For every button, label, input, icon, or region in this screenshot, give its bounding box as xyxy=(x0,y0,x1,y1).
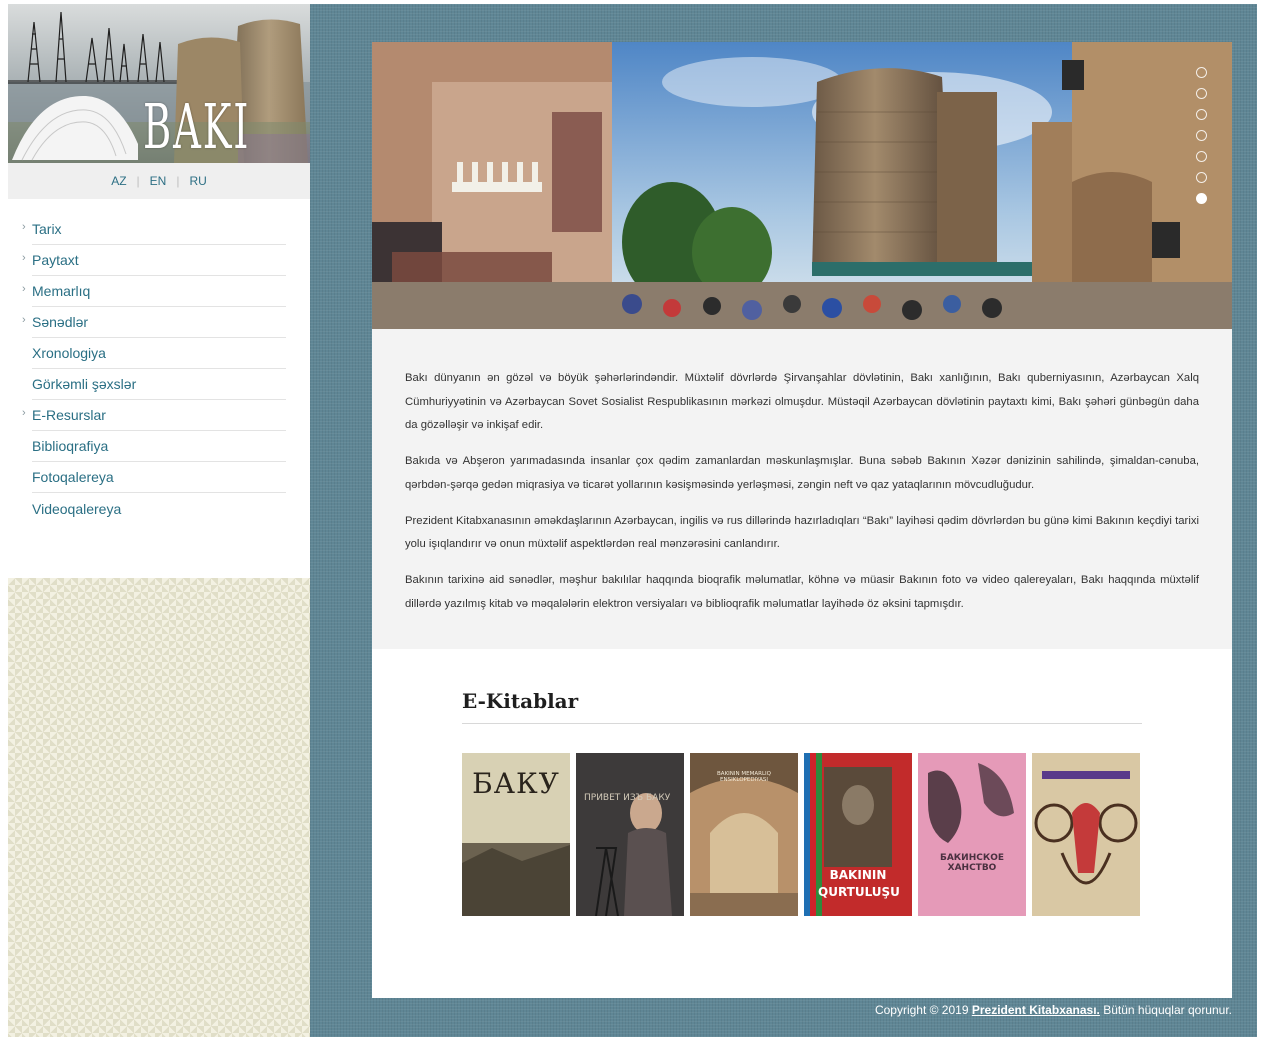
nav-item-tarix[interactable]: › Tarix xyxy=(22,214,286,245)
slider-dot[interactable] xyxy=(1196,172,1207,183)
nav-item-gorkemli-sexsler[interactable]: Görkəmli şəxslər xyxy=(32,369,286,400)
nav-item-biblioqrafiya[interactable]: Biblioqrafiya xyxy=(32,431,286,462)
book-cover[interactable]: BAKININ MEMARLIQ ENSIKLOPEDIYASI xyxy=(690,753,798,916)
footer-library-link[interactable]: Prezident Kitabxanası. xyxy=(972,1003,1100,1017)
book-cover[interactable]: БАКУ xyxy=(462,753,570,916)
ebooks-section: E-Kitablar БАКУ ПРИВЕТ ИЗЪ БАКУ BAKININ … xyxy=(372,649,1232,998)
chevron-right-icon: › xyxy=(22,314,26,326)
footer: Copyright © 2019 Prezident Kitabxanası. … xyxy=(372,998,1232,1022)
chevron-right-icon: › xyxy=(22,283,26,295)
nav-item-fotoqalereya[interactable]: Fotoqalereya xyxy=(32,462,286,493)
main-navigation: › Tarix › Paytaxt › Memarlıq › Sənədlər … xyxy=(8,214,310,524)
nav-item-label: Biblioqrafiya xyxy=(32,438,109,454)
nav-item-label: Xronologiya xyxy=(32,345,106,361)
ebooks-list: БАКУ ПРИВЕТ ИЗЪ БАКУ BAKININ MEMARLIQ EN… xyxy=(462,753,1140,916)
nav-item-label: E-Resurslar xyxy=(32,407,106,423)
slider-dot-active[interactable] xyxy=(1196,193,1207,204)
nav-item-senedler[interactable]: › Sənədlər xyxy=(22,307,286,338)
hero-slide-image xyxy=(372,42,1232,329)
book-title: БАКИНСКОЕ ХАНСТВО xyxy=(939,853,1004,873)
lang-en[interactable]: EN xyxy=(140,174,177,188)
nav-item-label: Memarlıq xyxy=(32,283,91,299)
decorative-pattern xyxy=(8,578,310,1037)
book-cover[interactable]: BAKININ QURTULUŞU xyxy=(804,753,912,916)
book-title: ПРИВЕТ ИЗЪ БАКУ xyxy=(584,793,671,803)
site-logo[interactable]: BAKI xyxy=(8,4,310,163)
intro-paragraph: Bakı dünyanın ən gözəl və böyük şəhərlər… xyxy=(405,372,1199,431)
chevron-right-icon: › xyxy=(22,221,26,233)
book-cover-art xyxy=(576,753,684,916)
nav-item-memarliq[interactable]: › Memarlıq xyxy=(22,276,286,307)
section-title: E-Kitablar xyxy=(462,689,579,713)
slider-dot[interactable] xyxy=(1196,130,1207,141)
book-cover[interactable]: ПРИВЕТ ИЗЪ БАКУ xyxy=(576,753,684,916)
chevron-right-icon: › xyxy=(22,407,26,419)
book-title: БАКУ xyxy=(472,767,560,800)
nav-item-paytaxt[interactable]: › Paytaxt xyxy=(22,245,286,276)
lang-az[interactable]: AZ xyxy=(101,174,136,188)
nav-item-videoqalereya[interactable]: Videoqalereya xyxy=(32,493,286,524)
nav-item-e-resurslar[interactable]: › E-Resurslar xyxy=(22,400,286,431)
section-divider xyxy=(462,723,1142,724)
logo-text: BAKI xyxy=(143,90,251,163)
book-cover[interactable]: БАКИНСКОЕ ХАНСТВО xyxy=(918,753,1026,916)
lang-ru[interactable]: RU xyxy=(179,174,216,188)
intro-text-section: Bakı dünyanın ən gözəl və böyük şəhərlər… xyxy=(372,329,1232,649)
slider-dot[interactable] xyxy=(1196,67,1207,78)
nav-item-label: Videoqalereya xyxy=(32,500,122,517)
intro-paragraph: Bakıda və Abşeron yarımadasında insanlar… xyxy=(405,455,1199,491)
book-cover-art xyxy=(918,753,1026,916)
nav-item-label: Görkəmli şəxslər xyxy=(32,376,137,392)
slider-dot[interactable] xyxy=(1196,88,1207,99)
rights-text: Bütün hüquqlar qorunur. xyxy=(1103,1003,1232,1017)
nav-item-label: Fotoqalereya xyxy=(32,469,114,485)
chevron-right-icon: › xyxy=(22,252,26,264)
copyright-text: Copyright © 2019 xyxy=(874,1003,969,1017)
nav-item-label: Tarix xyxy=(32,221,62,237)
book-title: BAKININ QURTULUŞU xyxy=(818,868,900,899)
book-cover[interactable] xyxy=(1032,753,1140,916)
slider-dot[interactable] xyxy=(1196,109,1207,120)
nav-item-label: Paytaxt xyxy=(32,252,79,268)
language-switcher: AZ | EN | RU xyxy=(8,163,310,199)
intro-paragraph: Prezident Kitabxanasının əməkdaşlarının … xyxy=(405,514,1199,551)
nav-item-label: Sənədlər xyxy=(32,314,89,330)
slider-pagination xyxy=(1196,67,1208,214)
sidebar: BAKI AZ | EN | RU › Tarix › Paytaxt › Me… xyxy=(8,4,310,1037)
hero-slider[interactable] xyxy=(372,42,1232,329)
slider-dot[interactable] xyxy=(1196,151,1207,162)
book-cover-art xyxy=(1032,753,1140,916)
nav-item-xronologiya[interactable]: Xronologiya xyxy=(32,338,286,369)
intro-paragraph: Bakının tarixinə aid sənədlər, məşhur ba… xyxy=(405,574,1199,610)
book-title: BAKININ MEMARLIQ ENSIKLOPEDIYASI xyxy=(717,771,771,783)
